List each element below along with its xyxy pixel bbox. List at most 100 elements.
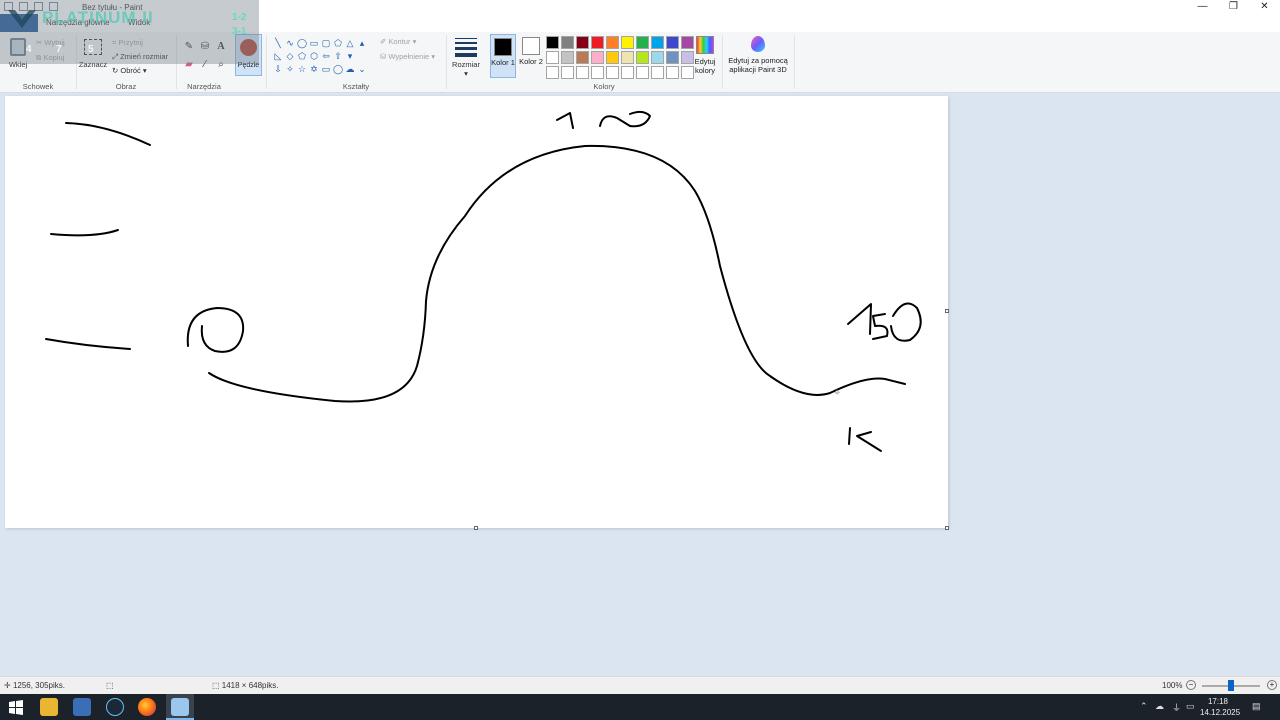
scroll-up-icon[interactable]: ▴ [356,37,368,50]
color-swatch[interactable] [591,66,604,79]
onedrive-icon[interactable]: ☁ [1155,701,1164,712]
drawing-canvas[interactable] [5,96,948,528]
polygon-icon[interactable]: ⬠ [332,37,344,50]
diamond-icon[interactable]: ◇ [284,50,296,63]
usb-icon[interactable]: ⏚ [1172,701,1181,714]
color-swatch[interactable] [666,66,679,79]
right-triangle-icon[interactable]: ◺ [272,50,284,63]
size-icon[interactable] [455,38,477,60]
color-swatch[interactable] [636,51,649,64]
stroke [848,427,851,445]
color-swatch[interactable] [576,66,589,79]
color-swatch[interactable] [606,51,619,64]
firefox-icon[interactable] [138,698,156,716]
windows-logo-icon [9,700,23,715]
left-arrow-icon[interactable]: ⇦ [320,50,332,63]
rounded-rectangle-icon[interactable]: ▢ [320,37,332,50]
up-arrow-icon[interactable]: ⇧ [332,50,344,63]
edit-colors-icon [696,36,714,54]
color-swatch[interactable] [576,51,589,64]
start-button[interactable] [8,699,24,715]
color-swatch[interactable] [666,51,679,64]
more-shapes-icon[interactable]: ⌄ [356,63,368,76]
separator [266,35,267,89]
color-swatch[interactable] [561,36,574,49]
scroll-down-icon[interactable]: ▾ [344,50,356,63]
show-hidden-icons-icon[interactable]: ⌃ [1140,701,1148,712]
paint3d-label: Edytuj za pomocą aplikacji Paint 3D [728,56,788,74]
overlay-digit: 4 [26,44,32,55]
outline-button[interactable]: ✐ Kontur ▾ [380,37,416,46]
overlay-brand: PLATINUM II [42,8,154,27]
color-swatch[interactable] [621,66,634,79]
color-swatch[interactable] [666,36,679,49]
network-icon[interactable]: ▭ [1186,701,1195,712]
color-swatch[interactable] [561,51,574,64]
oval-icon[interactable]: ◯ [296,37,308,50]
resize-handle-corner[interactable] [945,526,949,530]
color-swatch[interactable] [651,51,664,64]
stroke [45,338,131,350]
drawing-strokes [45,110,922,452]
callout-rect-icon[interactable]: ▭ [320,63,332,76]
callout-oval-icon[interactable]: ◯ [332,63,344,76]
colors-group-label: Kolory [593,82,615,91]
resize-handle-right[interactable] [945,309,949,313]
five-point-star-icon[interactable]: ☆ [296,63,308,76]
color-swatch[interactable] [636,66,649,79]
cursor-position: ✛ 1256, 305piks. [4,681,65,690]
color-swatch[interactable] [591,36,604,49]
close-button[interactable]: ✕ [1249,0,1280,14]
color-swatch[interactable] [651,66,664,79]
color-swatch[interactable] [606,36,619,49]
color-swatch[interactable] [621,51,634,64]
zoom-out-button[interactable]: − [1186,680,1196,690]
down-arrow-icon[interactable]: ⇩ [272,63,284,76]
shapes-gallery[interactable]: ╲ ∿ ◯ ▭ ▢ ⬠ △ ▴ ◺ ◇ ⬠ ⬡ ⇦ ⇧ ▾ ⇩ ✧ ☆ ✡ ▭ … [272,37,372,77]
paint-icon[interactable] [171,698,189,716]
color-swatch[interactable] [651,36,664,49]
six-point-star-icon[interactable]: ✡ [308,63,320,76]
hexagon-icon[interactable]: ⬡ [308,50,320,63]
outline-label: Kontur [388,37,411,46]
maximize-button[interactable]: ❐ [1218,0,1249,14]
triangle-icon[interactable]: △ [344,37,356,50]
minimize-button[interactable]: — [1187,0,1218,14]
pentagon-icon[interactable]: ⬠ [296,50,308,63]
tools-group-label: Narzędzia [187,82,221,91]
notifications-icon[interactable]: ▤ [1252,701,1261,712]
zoom-in-button[interactable]: + [1267,680,1277,690]
file-explorer-icon[interactable] [40,698,58,716]
color-swatch[interactable] [606,66,619,79]
fill-button[interactable]: ⛁ Wypełnienie ▾ [380,52,435,61]
color1-button[interactable]: Kolor 1 [490,34,516,78]
rectangle-icon[interactable]: ▭ [308,37,320,50]
color-swatch[interactable] [546,51,559,64]
color-swatch[interactable] [576,36,589,49]
clock[interactable]: 17:18 14.12.2025 [1200,696,1240,718]
size-line [455,47,477,50]
zoom-slider-thumb[interactable] [1228,680,1234,691]
edit-colors-button[interactable]: Edytuj kolory [692,36,718,75]
steam-icon[interactable] [106,698,124,716]
cloud-callout-icon[interactable]: ☁ [344,63,356,76]
paint3d-button[interactable]: Edytuj za pomocą aplikacji Paint 3D [726,36,790,74]
size-button[interactable]: Rozmiar ▾ [448,60,484,78]
cursor-position-value: 1256, 305piks. [12,681,65,690]
color-swatch[interactable] [546,36,559,49]
color2-label: Kolor 2 [519,57,543,66]
taskbar: ⌃ ☁ ⏚ ▭ 17:18 14.12.2025 ▤ [0,694,1280,720]
app-icon[interactable] [73,698,91,716]
four-point-star-icon[interactable]: ✧ [284,63,296,76]
resize-handle-bottom[interactable] [474,526,478,530]
color2-button[interactable]: Kolor 2 [518,34,544,78]
color-swatch[interactable] [621,36,634,49]
color-swatch[interactable] [546,66,559,79]
status-bar: ✛ 1256, 305piks. ⬚ ⬚ 1418 × 648piks. 100… [0,676,1280,694]
color-swatch[interactable] [636,36,649,49]
curve-icon[interactable]: ∿ [284,37,296,50]
rotate-button[interactable]: ↻ Obróć ▾ [112,66,147,75]
line-icon[interactable]: ╲ [272,37,284,50]
color-swatch[interactable] [561,66,574,79]
color-swatch[interactable] [591,51,604,64]
